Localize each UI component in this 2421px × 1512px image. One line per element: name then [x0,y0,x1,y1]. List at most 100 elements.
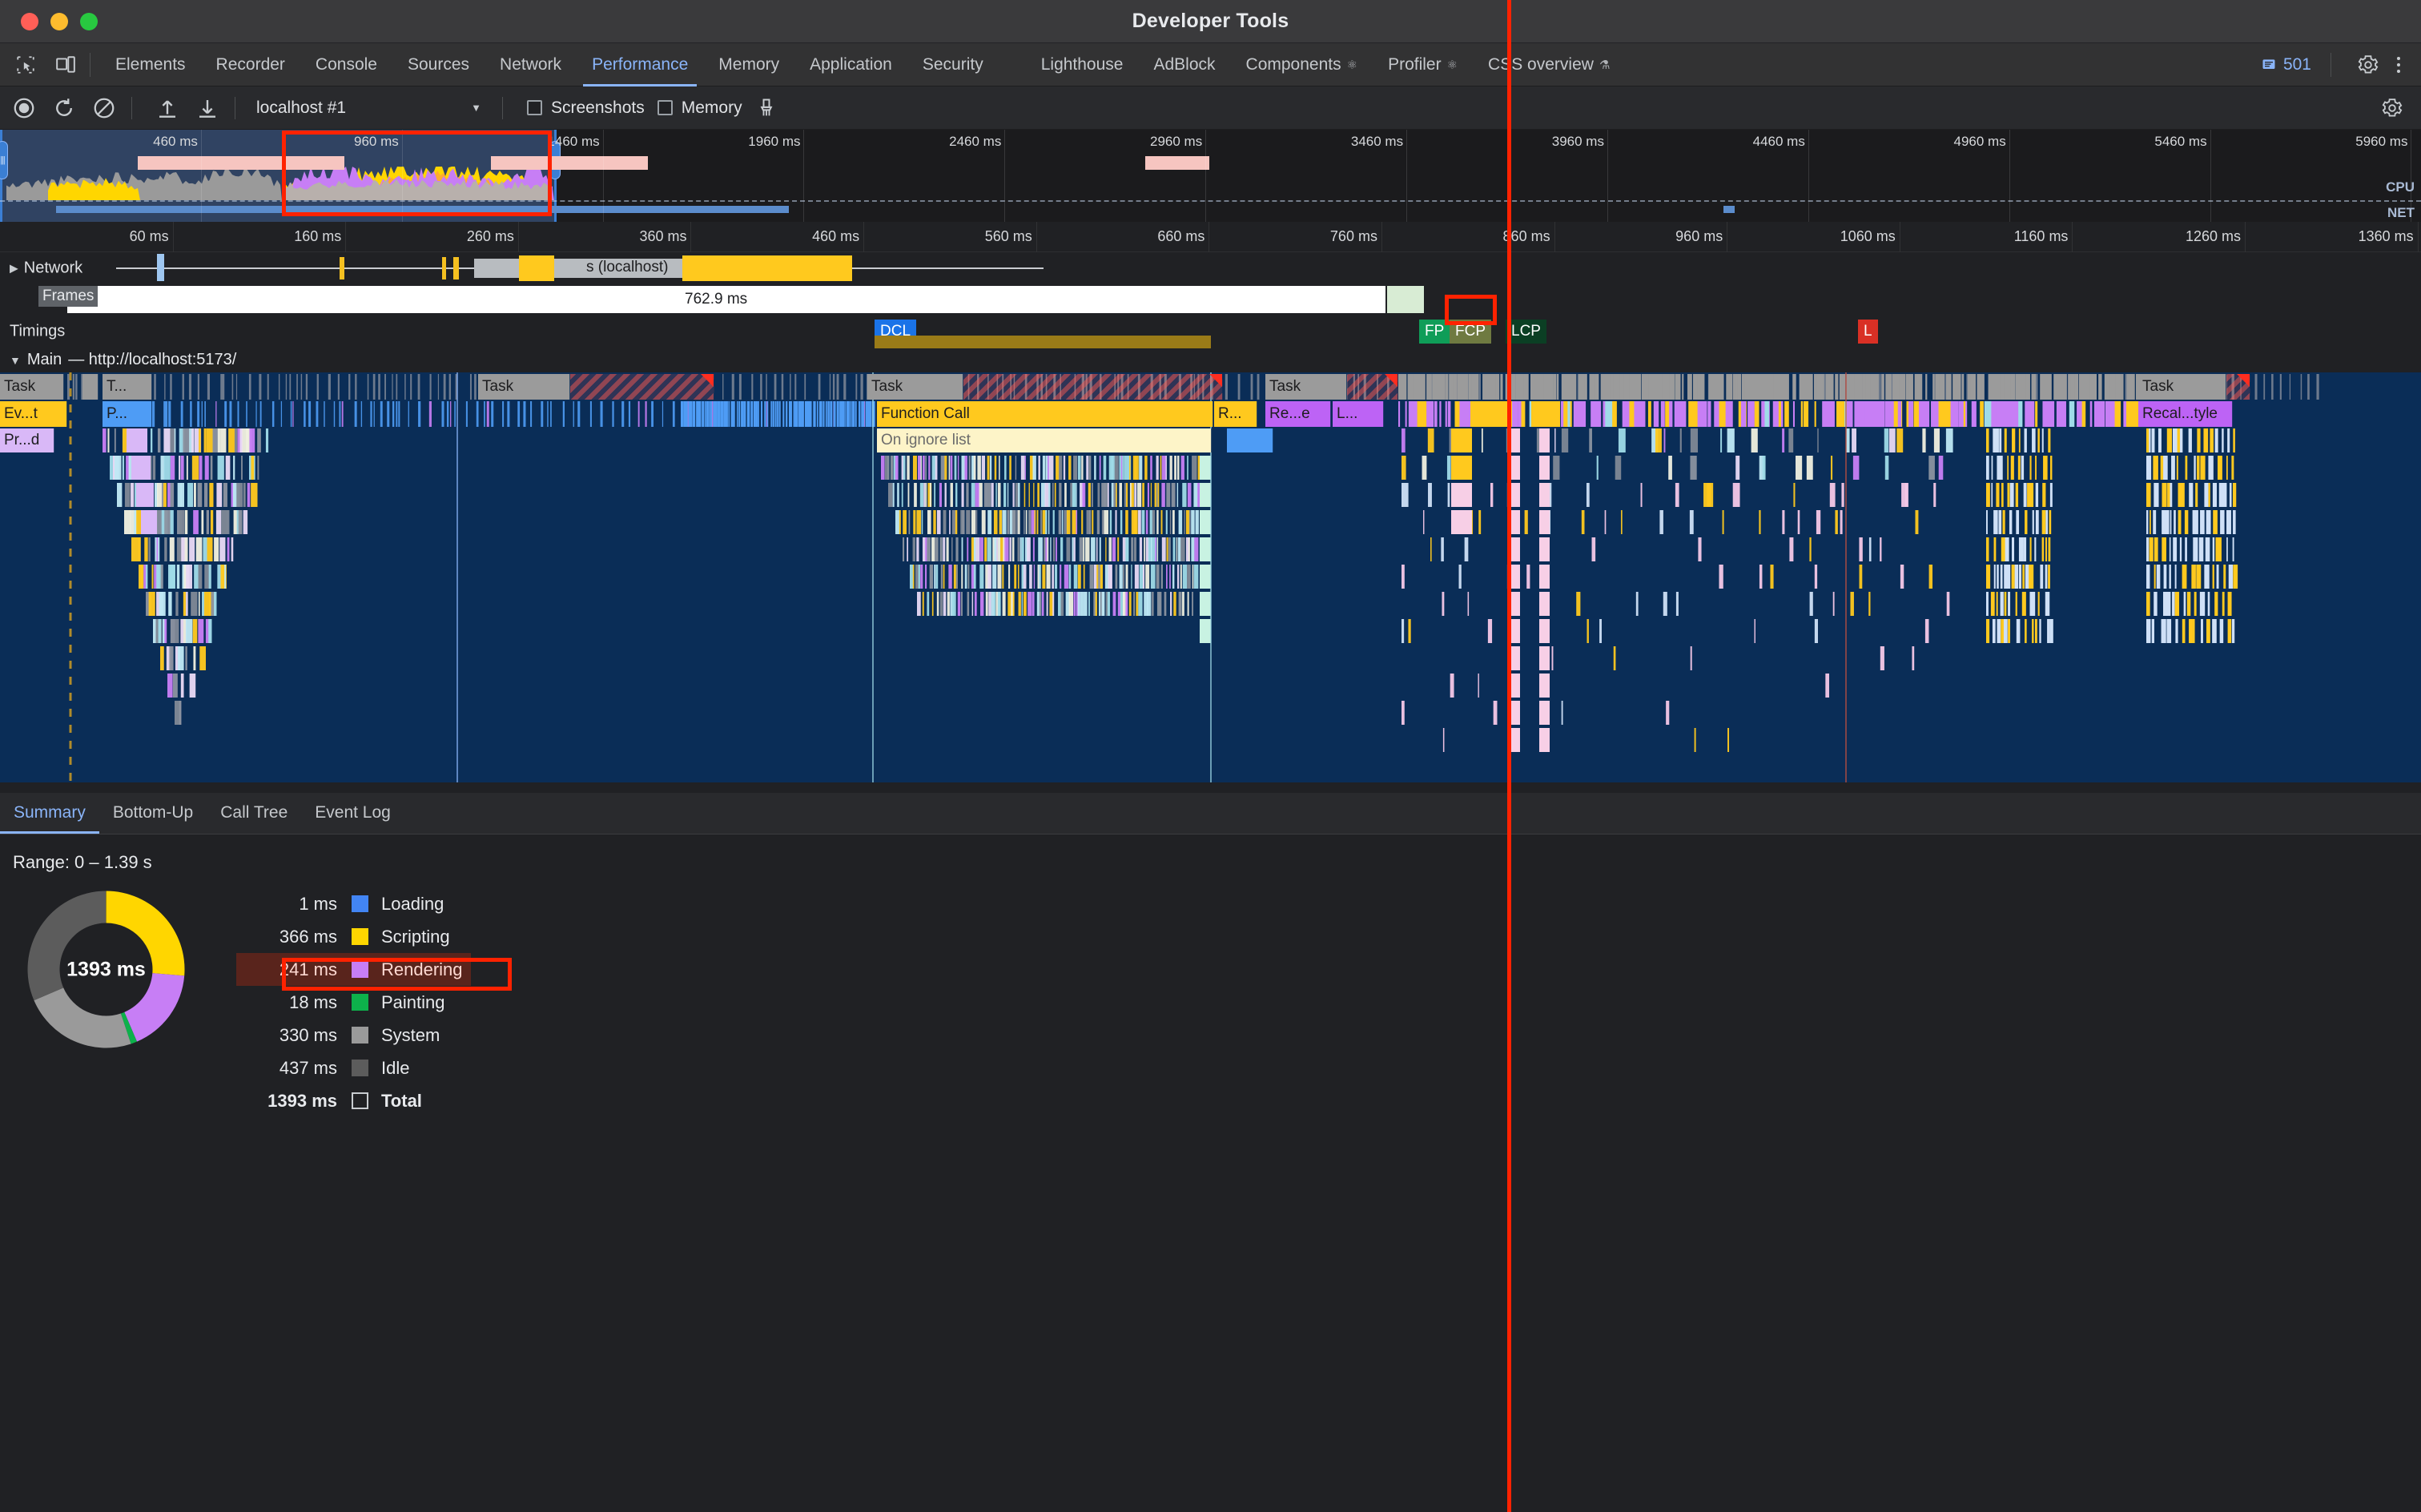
legend-row-loading[interactable]: 1 ms Loading [236,887,471,920]
tab-profiler[interactable]: Profiler ⚛ [1373,43,1473,86]
tab-components[interactable]: Components ⚛ [1231,43,1373,86]
tab-network[interactable]: Network [485,43,577,86]
tab-call-tree[interactable]: Call Tree [207,792,301,834]
timing-marker-fp[interactable]: FP [1419,320,1450,344]
flame-bar-product[interactable]: Pr...d [0,428,54,452]
record-circle-icon[interactable] [8,92,40,124]
flame-microtask [1828,401,1831,427]
profile-select[interactable]: localhost #1 ▼ [247,99,491,118]
flame-microtask [1816,510,1821,534]
flame-microtask [197,374,199,400]
flame-microtask [1171,483,1176,507]
flame-bar-task[interactable]: Task [0,374,64,400]
flame-microtask [1726,374,1733,400]
tab-performance[interactable]: Performance [577,43,703,86]
message-count-button[interactable]: 501 [2253,55,2319,74]
collect-garbage-icon[interactable] [750,92,782,124]
timing-marker-l[interactable]: L [1858,320,1878,344]
timing-marker-fcp[interactable]: FCP [1450,320,1491,344]
tab-summary[interactable]: Summary [0,792,99,834]
tab-memory[interactable]: Memory [703,43,794,86]
network-track-label[interactable]: ▶ Network [10,259,82,278]
flame-bar-task[interactable]: T... [103,374,152,400]
tab-bottom-up[interactable]: Bottom-Up [99,792,207,834]
tab-application[interactable]: Application [794,43,907,86]
flame-bar-task[interactable]: Task [867,374,963,400]
legend-row-painting[interactable]: 18 ms Painting [236,986,471,1019]
tab-adblock[interactable]: AdBlock [1138,43,1230,86]
frame-block-dropped[interactable] [1387,286,1424,313]
gear-icon[interactable] [2354,50,2383,79]
flame-bar-recalculate[interactable]: Re...e [1265,401,1331,427]
flame-bar-task[interactable]: Task [2138,374,2226,400]
triangle-down-icon[interactable]: ▼ [10,354,21,367]
screenshots-checkbox[interactable]: Screenshots [527,99,645,118]
timing-marker-lcp[interactable]: LCP [1506,320,1546,344]
flame-bar-long-task[interactable] [2226,374,2250,400]
flame-microtask [1119,483,1123,507]
flame-microtask [1986,428,1989,452]
track-frames[interactable]: 762.9 ms Frames [0,284,2421,315]
timeline-overview[interactable]: 460 ms 960 ms 1460 ms 1960 ms 2460 ms 2960 ms… [0,130,2421,222]
flame-bar-layout[interactable]: L... [1333,401,1384,427]
legend-row-scripting[interactable]: 366 ms Scripting [236,920,471,953]
tab-sources[interactable]: Sources [392,43,485,86]
flame-microtask [939,537,943,561]
clear-icon[interactable] [88,92,120,124]
flame-bar-long-task[interactable] [1347,374,1398,400]
flame-microtask [1500,374,1503,400]
flame-bar-blue-block[interactable] [1227,428,1273,452]
flame-bar-function-call[interactable]: Function Call [877,401,1213,427]
main-flame-chart[interactable]: Task T... Task Task Task Task Ev...t P..… [0,372,2421,782]
memory-checkbox[interactable]: Memory [657,99,742,118]
track-main-header[interactable]: ▼ Main — http://localhost:5173/ [0,348,2421,372]
flame-bar-r[interactable]: R... [1214,401,1257,427]
flame-microtask [1408,401,1418,427]
flame-microtask [1134,483,1137,507]
flame-microtask [1908,401,1914,427]
flame-bar-task[interactable] [82,374,99,400]
track-network[interactable]: ▶ Network s (localhost) [0,252,2421,284]
legend-row-rendering[interactable]: 241 ms Rendering [236,953,471,986]
flame-bar-parse[interactable]: P... [103,401,152,427]
flame-bar-long-task[interactable] [570,374,714,400]
inspect-element-icon[interactable] [11,50,40,79]
triangle-right-icon[interactable]: ▶ [10,262,18,275]
chevron-down-icon: ▼ [471,102,481,114]
tab-security[interactable]: Security [907,43,999,86]
capture-settings-area [2368,92,2421,124]
legend-row-idle[interactable]: 437 ms Idle [236,1052,471,1084]
tab-recorder[interactable]: Recorder [201,43,300,86]
flame-microtask [1182,565,1188,589]
flame-bar-event[interactable]: Ev...t [0,401,67,427]
playhead-vertical-line[interactable] [1507,0,1511,1512]
flame-bar-on-ignore-list[interactable]: On ignore list [877,428,1212,452]
tab-console[interactable]: Console [300,43,392,86]
kebab-menu-icon[interactable] [2387,56,2410,73]
flame-microtask [722,374,724,400]
network-request-bar[interactable] [519,255,554,281]
reload-record-icon[interactable] [48,92,80,124]
flame-microtask [2009,483,2014,507]
capture-settings-gear-icon[interactable] [2376,92,2408,124]
tab-lighthouse[interactable]: Lighthouse [1026,43,1139,86]
legend-row-system[interactable]: 330 ms System [236,1019,471,1052]
flame-microtask [999,510,1003,534]
network-request-localhost[interactable]: s (localhost) [586,255,852,281]
upload-profile-icon[interactable] [151,92,183,124]
flame-microtask [1814,401,1816,427]
tab-css-overview[interactable]: CSS overview ⚗ [1473,43,1625,86]
flame-microtask [2307,374,2310,400]
flame-bar-task[interactable]: Task [1265,374,1347,400]
device-toolbar-icon[interactable] [51,50,80,79]
flame-bar-task[interactable]: Task [478,374,570,400]
flame-bar-recalculate-style[interactable]: Recal...tyle [2138,401,2233,427]
tab-elements[interactable]: Elements [100,43,201,86]
flame-microtask [1200,456,1211,480]
download-profile-icon[interactable] [191,92,223,124]
tab-event-log[interactable]: Event Log [301,792,404,834]
activity-donut-chart[interactable]: 1393 ms [24,887,188,1052]
performance-toolbar: localhost #1 ▼ Screenshots Memory [0,86,2421,130]
flame-bar-long-task[interactable] [963,374,1223,400]
track-timings[interactable]: Timings DCL FP FCP LCP L [0,315,2421,350]
